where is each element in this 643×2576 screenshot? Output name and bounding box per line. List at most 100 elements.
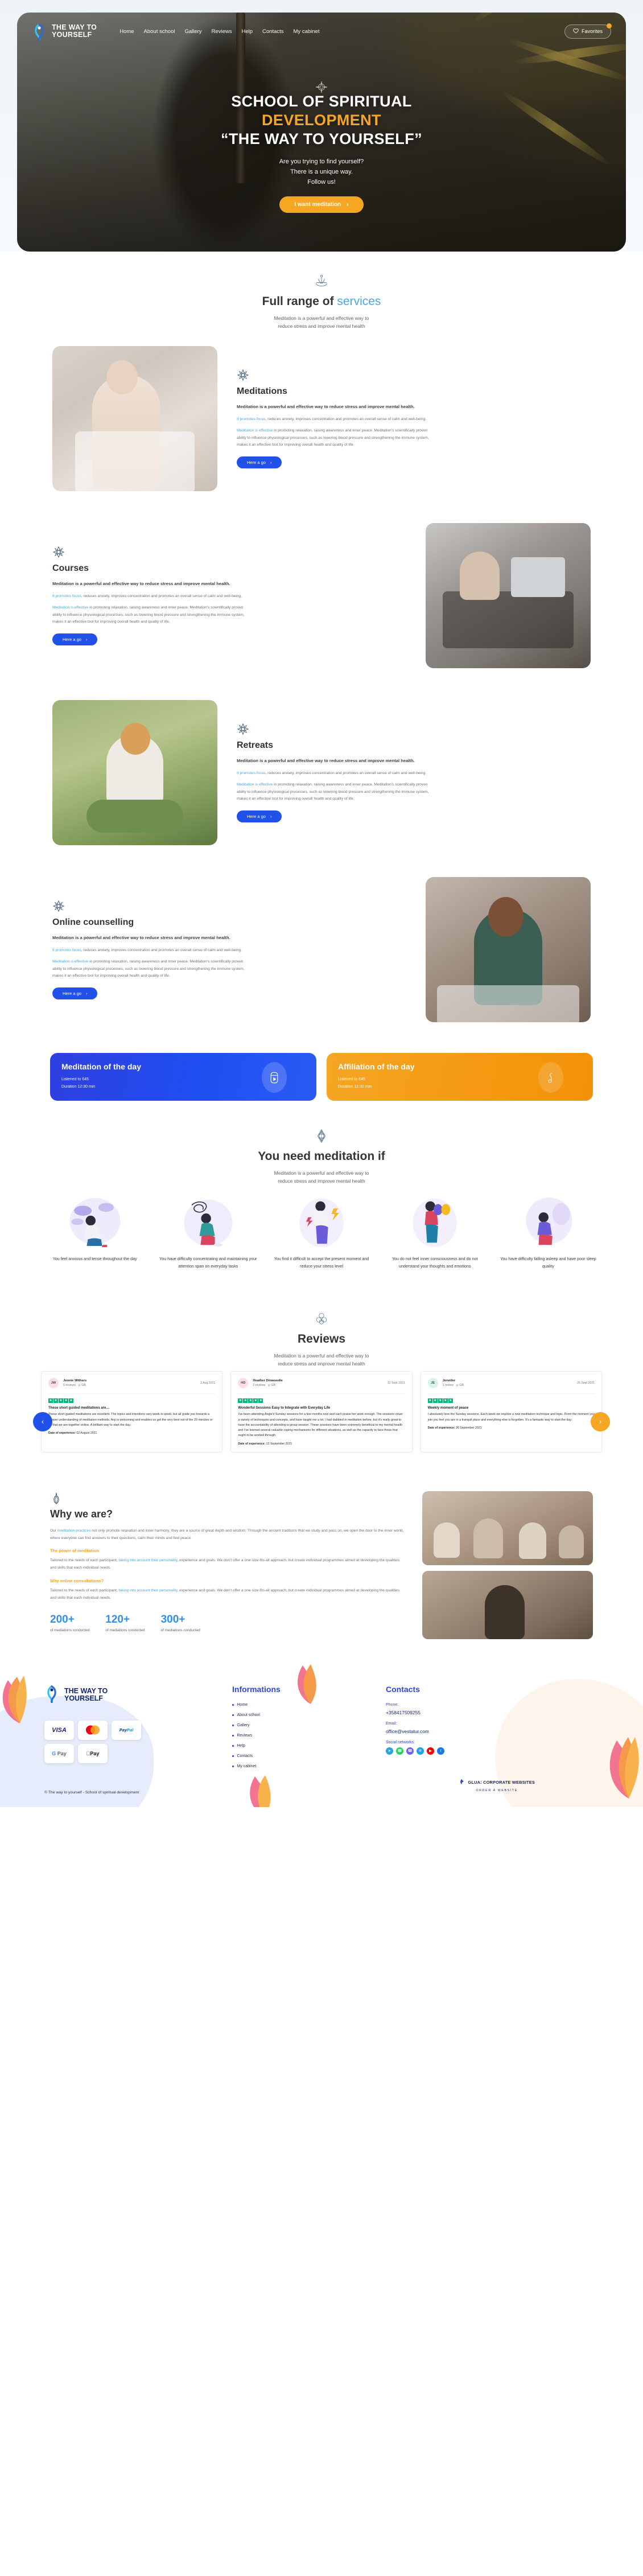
reviews-next-button[interactable]: › bbox=[591, 1412, 610, 1431]
chevron-right-icon: › bbox=[85, 991, 88, 997]
reviews-prev-button[interactable]: ‹ bbox=[33, 1412, 52, 1431]
footer-link-my-cabinet[interactable]: My cabinet bbox=[232, 1764, 386, 1768]
man-with-tangled-thoughts-illustration bbox=[154, 1196, 262, 1249]
phone-value[interactable]: +358417509255 bbox=[386, 1710, 599, 1715]
telegram-icon[interactable]: ➤ bbox=[386, 1747, 393, 1755]
why-p3-link[interactable]: taking into account their personality bbox=[119, 1589, 178, 1592]
need-card: You do not feel inner consciousness and … bbox=[381, 1196, 489, 1270]
service-accent-2: Meditation is effective bbox=[237, 429, 273, 433]
footer-link-label: Help bbox=[237, 1743, 245, 1748]
need-card: You find it difficult to accept the pres… bbox=[267, 1196, 375, 1270]
footer-information-title: Informations bbox=[232, 1684, 281, 1694]
service-row-meditations: Meditations Meditation is a powerful and… bbox=[0, 330, 643, 507]
meditation-of-the-day-card[interactable]: Meditation of the day Listened to 645 Du… bbox=[50, 1053, 316, 1101]
viber-icon[interactable]: ☎ bbox=[406, 1747, 414, 1755]
i-want-meditation-button[interactable]: I want meditation › bbox=[279, 196, 364, 213]
services-subtitle: Meditation is a powerful and effective w… bbox=[0, 314, 643, 330]
nav-item-gallery[interactable]: Gallery bbox=[184, 28, 201, 35]
service-cta-label: Here a go bbox=[63, 637, 81, 643]
nav-item-my-cabinet[interactable]: My cabinet bbox=[294, 28, 320, 35]
review-body: These short guided meditations are excel… bbox=[48, 1413, 213, 1427]
site-logo[interactable]: THE WAY TO YOURSELF bbox=[32, 23, 97, 42]
youtube-icon[interactable]: ▶ bbox=[427, 1747, 434, 1755]
affiliation-of-the-day-card[interactable]: Affiliation of the day Listened to 645 D… bbox=[327, 1053, 593, 1101]
nav-item-about-school[interactable]: About school bbox=[144, 28, 175, 35]
play-capsule-icon[interactable] bbox=[262, 1062, 287, 1093]
footer-logo[interactable]: THE WAY TO YOURSELF bbox=[44, 1685, 232, 1706]
why-image-group-class bbox=[422, 1491, 593, 1565]
service-cta-button[interactable]: Here a go › bbox=[237, 456, 282, 469]
review-header: JW Jennie Withers 9 reviews ◎ GB 2 Aug 2… bbox=[48, 1378, 216, 1394]
footer-link-home[interactable]: Home bbox=[232, 1703, 386, 1707]
footer-link-help[interactable]: Help bbox=[232, 1744, 386, 1748]
paypal-icon: PayPal bbox=[112, 1720, 141, 1740]
twitter-icon[interactable]: ✲ bbox=[417, 1747, 424, 1755]
footer-brand-column: THE WAY TO YOURSELF VISA PayPal G Pay Pa… bbox=[44, 1685, 232, 1775]
glua-subtitle: ORDER A WEBSITE bbox=[476, 1788, 518, 1792]
favorites-button[interactable]: Favorites bbox=[564, 23, 612, 39]
hero-title: SCHOOL OF SPIRITUAL DEVELOPMENT “THE WAY… bbox=[17, 92, 626, 149]
bullet-icon bbox=[232, 1766, 234, 1767]
ribbon-logo-icon bbox=[32, 23, 47, 42]
why-image-meditating-woman bbox=[422, 1570, 593, 1639]
why-image-column bbox=[422, 1491, 593, 1639]
service-cta-label: Here a go bbox=[247, 814, 266, 820]
services-sub-line1: Meditation is a powerful and effective w… bbox=[274, 315, 369, 321]
nav-item-home[interactable]: Home bbox=[119, 28, 134, 35]
footer-link-about-school[interactable]: About school bbox=[232, 1713, 386, 1717]
glua-credit[interactable]: GLUA: CORPORATE WEBSITES ORDER A WEBSITE bbox=[459, 1777, 535, 1792]
service-accent-1: It promotes focus bbox=[237, 771, 266, 776]
need-card: You have difficulty falling asleep and h… bbox=[494, 1196, 602, 1270]
mandala-icon bbox=[237, 369, 249, 381]
chevron-right-icon: › bbox=[270, 460, 272, 466]
reviews-subtitle: Meditation is a powerful and effective w… bbox=[0, 1352, 643, 1368]
lotus-ornament-icon bbox=[314, 274, 329, 289]
logo-text: THE WAY TO YOURSELF bbox=[52, 23, 97, 39]
nav-item-contacts[interactable]: Contacts bbox=[262, 28, 284, 35]
review-experience: Date of experience: 26 September 2021 bbox=[428, 1426, 595, 1430]
why-p2-pre: Tailored to the needs of each participan… bbox=[50, 1558, 119, 1563]
service-image-courses bbox=[426, 523, 591, 669]
review-date: 26 Sept 2021 bbox=[577, 1381, 595, 1385]
music-note-icon[interactable] bbox=[538, 1062, 563, 1093]
review-body: I absolutely love the Sunday sessions. E… bbox=[427, 1413, 595, 1422]
footer-link-label: Contacts bbox=[237, 1754, 253, 1758]
whatsapp-icon[interactable]: ☎ bbox=[396, 1747, 403, 1755]
need-card: You feel anxious and tense throughout th… bbox=[41, 1196, 149, 1270]
nav-item-help[interactable]: Help bbox=[241, 28, 253, 35]
need-card-text: You have difficulty concentrating and ma… bbox=[159, 1256, 257, 1269]
review-header: HD Heather Dinwoodie 2 reviews ◎ GB 12 S… bbox=[238, 1378, 405, 1394]
woman-with-lightning-stress-illustration bbox=[267, 1196, 375, 1249]
footer-link-reviews[interactable]: Reviews bbox=[232, 1734, 386, 1738]
bullet-icon bbox=[232, 1745, 234, 1747]
review-title: Wonderful Sessions Easy to Integrate wit… bbox=[238, 1406, 331, 1410]
need-card-text: You do not feel inner consciousness and … bbox=[391, 1256, 478, 1269]
service-text-courses: Courses Meditation is a powerful and eff… bbox=[52, 546, 406, 646]
nav-item-reviews[interactable]: Reviews bbox=[212, 28, 232, 35]
footer-link-gallery[interactable]: Gallery bbox=[232, 1723, 386, 1727]
why-p1-pre: Our bbox=[50, 1528, 57, 1533]
stat-item: 300+ of mediations conducted bbox=[161, 1614, 200, 1632]
why-p2-link[interactable]: taking into account their personality bbox=[119, 1558, 178, 1562]
service-cta-button[interactable]: Here a go › bbox=[52, 633, 98, 646]
service-cta-button[interactable]: Here a go › bbox=[237, 810, 282, 823]
footer-information-links: Home About school Gallery Reviews Help C… bbox=[232, 1703, 386, 1768]
hero-sub-line3: Follow us! bbox=[307, 179, 336, 186]
review-experience-date: 12 September 2021 bbox=[266, 1442, 292, 1446]
why-p1-link[interactable]: meditation practices bbox=[57, 1529, 91, 1533]
review-experience-date: 26 September 2021 bbox=[455, 1426, 482, 1430]
diamond-ornament-icon bbox=[314, 1129, 329, 1144]
review-date: 2 Aug 2021 bbox=[200, 1381, 216, 1385]
need-meditation-title: You need meditation if bbox=[258, 1150, 385, 1163]
favorites-label: Favorites bbox=[581, 28, 603, 34]
hero-sub-line2: There is a unique way. bbox=[290, 168, 353, 175]
review-card: JE Jennifer 1 review ◎ GB 26 Sept 2021 ★… bbox=[420, 1371, 602, 1452]
need-meditation-subtitle: Meditation is a powerful and effective w… bbox=[0, 1169, 643, 1185]
service-cta-button[interactable]: Here a go › bbox=[52, 987, 98, 1000]
social-networks-label: Social networks: bbox=[386, 1740, 415, 1744]
service-paragraph-1: It promotes focus, reduces anxiety, impr… bbox=[52, 947, 246, 954]
footer-link-contacts[interactable]: Contacts bbox=[232, 1754, 386, 1758]
facebook-icon[interactable]: f bbox=[437, 1747, 444, 1755]
email-value[interactable]: office@vestatur.com bbox=[386, 1729, 599, 1734]
need-card-text: You feel anxious and tense throughout th… bbox=[52, 1256, 137, 1262]
